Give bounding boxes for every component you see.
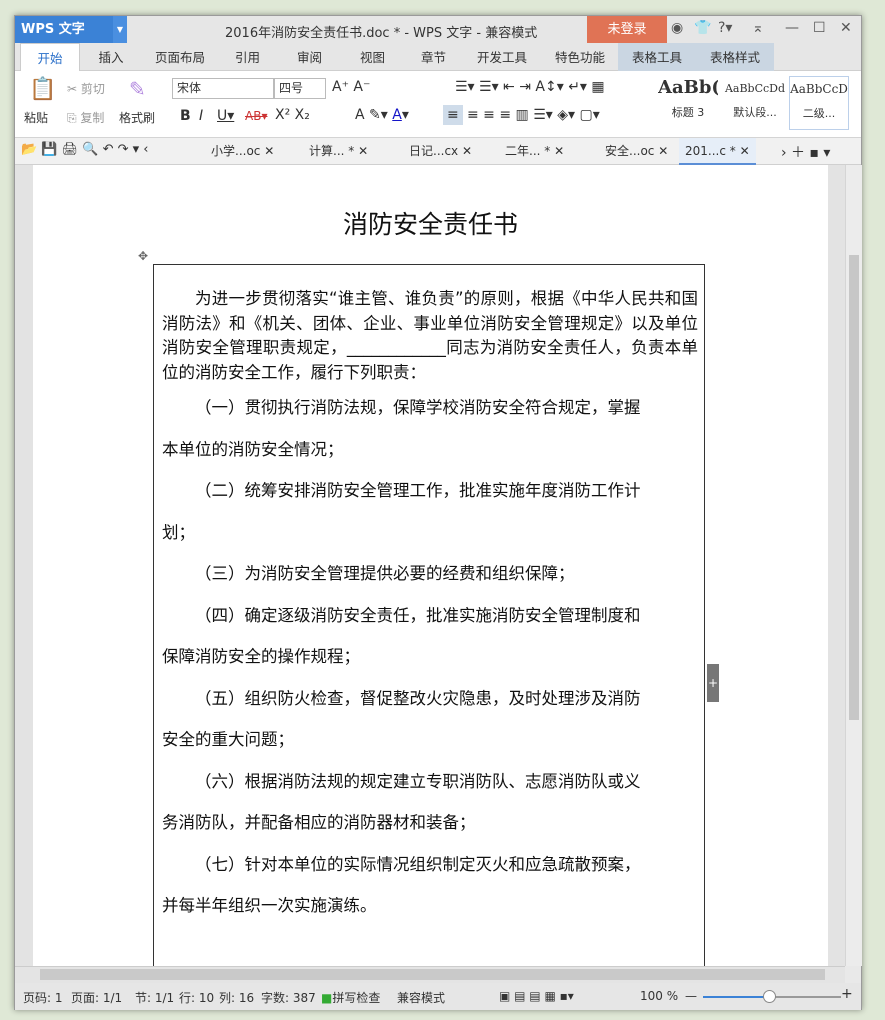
hscroll-thumb[interactable] bbox=[40, 969, 825, 980]
strikethrough-icon[interactable]: AB▾ bbox=[245, 109, 267, 123]
bold-icon[interactable]: B bbox=[180, 108, 191, 124]
align-icons[interactable]: ≡ ≡ ≡ ▥ ☰▾ ◈▾ ▢▾ bbox=[467, 107, 600, 123]
zoom-in-icon[interactable]: + bbox=[841, 986, 853, 1002]
duty-item-line: （一）贯彻执行消防法规，保障学校消防安全符合规定，掌握 bbox=[195, 398, 641, 417]
italic-icon[interactable]: I bbox=[199, 108, 203, 124]
style-level2[interactable]: AaBbCcD 二级... bbox=[789, 76, 849, 130]
tab-view[interactable]: 视图 bbox=[350, 43, 395, 71]
spell-check-button[interactable]: ■拼写检查 bbox=[321, 989, 380, 1006]
underline-icon[interactable]: U▾ bbox=[217, 108, 234, 124]
skin-icon[interactable]: ◉ bbox=[671, 20, 683, 36]
duty-item-line: （四）确定逐级消防安全责任，批准实施消防安全管理制度和 bbox=[195, 605, 641, 625]
style-default[interactable]: AaBbCcDd 默认段... bbox=[721, 76, 789, 130]
duty-item-line: 划； bbox=[162, 522, 195, 542]
app-name: WPS 文字 bbox=[21, 22, 85, 37]
duty-item-line: （六）根据消防法规的规定建立专职消防队、志愿消防队或义 bbox=[195, 771, 641, 791]
tab-chapter[interactable]: 章节 bbox=[411, 43, 456, 71]
side-expand-button[interactable]: + bbox=[707, 664, 719, 702]
duty-item-line: 保障消防安全的操作规程； bbox=[162, 647, 360, 666]
superscript-subscript-icon[interactable]: X² X₂ bbox=[275, 107, 310, 123]
doc-tab-active[interactable]: 201...c * ✕ bbox=[679, 138, 756, 165]
table-cell[interactable]: 为进一步贯彻落实“谁主管、谁负责”的原则，根据《中华人民共和国消防法》和《机关、… bbox=[153, 264, 705, 966]
doc-tab[interactable]: 二年... * ✕ bbox=[505, 142, 564, 159]
duty-item-line: （二）统筹安排消防安全管理工作，批准实施年度消防工作计 bbox=[195, 481, 641, 500]
page[interactable]: 消防安全责任书 ✥ 为进一步贯彻落实“谁主管、谁负责”的原则，根据《中华人民共和… bbox=[33, 165, 828, 966]
minimize-icon[interactable]: — bbox=[785, 20, 799, 36]
tab-developer[interactable]: 开发工具 bbox=[471, 43, 533, 71]
horizontal-scrollbar[interactable] bbox=[15, 966, 845, 983]
align-left-icon[interactable]: ≡ bbox=[443, 105, 463, 125]
tab-table-tools[interactable]: 表格工具 bbox=[618, 43, 696, 71]
style-heading3[interactable]: AaBb(标题 3 bbox=[657, 76, 719, 130]
scroll-thumb[interactable] bbox=[849, 255, 859, 720]
document-title: 消防安全责任书 bbox=[342, 210, 518, 239]
duty-item-line: （七）针对本单位的实际情况组织制定灭火和应急疏散预案， bbox=[195, 854, 641, 874]
ribbon-toolbar: 📋 粘贴 ✂ 剪切 ⎘ 复制 ✎ 格式刷 宋体 四号 A⁺ A⁻ B I U▾ … bbox=[15, 71, 861, 138]
cut-label: 剪切 bbox=[80, 82, 105, 96]
font-grow-icon[interactable]: A⁺ A⁻ bbox=[332, 79, 370, 95]
zoom-level: 100 % bbox=[640, 989, 679, 1003]
help-icon[interactable]: ?▾ bbox=[718, 20, 732, 36]
new-tab-icon[interactable]: › ＋ ▪ ▾ bbox=[781, 142, 830, 162]
tab-review[interactable]: 审阅 bbox=[287, 43, 332, 71]
copy-button[interactable]: ⎘ 复制 bbox=[67, 109, 104, 126]
doc-tab[interactable]: 日记...cx ✕ bbox=[409, 142, 472, 159]
tab-page-layout[interactable]: 页面布局 bbox=[145, 43, 215, 71]
font-family-select[interactable]: 宋体 bbox=[172, 78, 274, 99]
copy-label: 复制 bbox=[80, 111, 105, 125]
duty-item-line: （三）为消防安全管理提供必要的经费和组织保障； bbox=[195, 564, 575, 583]
tab-home[interactable]: 开始 bbox=[20, 43, 80, 71]
app-menu-button[interactable]: WPS 文字 ▼ bbox=[15, 16, 127, 43]
tab-table-style[interactable]: 表格样式 bbox=[696, 43, 774, 71]
status-row: 行: 10 bbox=[179, 991, 215, 1005]
spell-check-icon: ■ bbox=[321, 991, 333, 1005]
status-col: 列: 16 bbox=[219, 991, 255, 1005]
vertical-scrollbar[interactable] bbox=[845, 165, 862, 966]
login-button[interactable]: 未登录 bbox=[587, 16, 667, 43]
list-icons[interactable]: ☰▾ ☰▾ ⇤ ⇥ A↕▾ ↵▾ ▦ bbox=[455, 79, 605, 95]
zoom-slider[interactable] bbox=[703, 990, 841, 1003]
maximize-icon[interactable]: ☐ bbox=[813, 20, 826, 36]
document-area: 消防安全责任书 ✥ 为进一步贯彻落实“谁主管、谁负责”的原则，根据《中华人民共和… bbox=[15, 165, 845, 966]
collapse-ribbon-icon[interactable]: ⌅ bbox=[752, 20, 764, 36]
font-size-select[interactable]: 四号 bbox=[274, 78, 326, 99]
quick-access-icons[interactable]: 📂 💾 🖨 🔍 ↶ ↷ ▾ ‹ bbox=[21, 142, 149, 157]
doc-tab[interactable]: 安全...oc ✕ bbox=[605, 142, 668, 159]
status-section: 节: 1/1 bbox=[135, 991, 175, 1005]
close-icon[interactable]: ✕ bbox=[840, 20, 852, 36]
table-move-icon[interactable]: ✥ bbox=[138, 249, 148, 263]
format-painter-icon[interactable]: ✎ bbox=[129, 77, 146, 101]
format-painter-button[interactable]: 格式刷 bbox=[119, 109, 155, 126]
document-tabs: 📂 💾 🖨 🔍 ↶ ↷ ▾ ‹ 小学...oc ✕ 计算... * ✕ 日记..… bbox=[15, 138, 861, 165]
duty-item-line: 安全的重大问题； bbox=[162, 730, 294, 749]
cut-button[interactable]: ✂ 剪切 bbox=[67, 80, 105, 97]
duty-item-line: 本单位的消防安全情况； bbox=[162, 439, 344, 459]
tab-insert[interactable]: 插入 bbox=[85, 43, 137, 71]
status-pages: 页面: 1/1 bbox=[71, 991, 123, 1005]
doc-tab[interactable]: 计算... * ✕ bbox=[309, 142, 368, 159]
status-words: 字数: 387 bbox=[261, 991, 316, 1005]
duty-item-line: （五）组织防火检查，督促整改火灾隐患，及时处理涉及消防 bbox=[195, 688, 641, 708]
window-title: 2016年消防安全责任书.doc * - WPS 文字 - 兼容模式 bbox=[225, 26, 538, 41]
title-bar: WPS 文字 ▼ 2016年消防安全责任书.doc * - WPS 文字 - 兼容… bbox=[15, 16, 861, 43]
duty-item-line: 务消防队，并配备相应的消防器材和装备； bbox=[162, 813, 476, 832]
chevron-down-icon[interactable]: ▼ bbox=[113, 16, 127, 43]
duty-item-line: 并每半年组织一次实施演练。 bbox=[162, 896, 377, 915]
ribbon-tabs: 开始 插入 页面布局 引用 审阅 视图 章节 开发工具 特色功能 表格工具 表格… bbox=[15, 43, 861, 71]
status-page-no: 页码: 1 bbox=[23, 991, 63, 1005]
doc-tab[interactable]: 小学...oc ✕ bbox=[211, 142, 274, 159]
paste-icon[interactable]: 📋 bbox=[29, 77, 56, 102]
view-mode-icons[interactable]: ▣ ▤ ▤ ▦ ▪▾ bbox=[499, 989, 574, 1003]
status-mode: 兼容模式 bbox=[397, 991, 446, 1005]
intro-paragraph: 为进一步贯彻落实“谁主管、谁负责”的原则，根据《中华人民共和国消防法》和《机关、… bbox=[162, 289, 699, 382]
tab-features[interactable]: 特色功能 bbox=[545, 43, 615, 71]
zoom-out-icon[interactable]: — bbox=[685, 989, 697, 1003]
wps-window: WPS 文字 ▼ 2016年消防安全责任书.doc * - WPS 文字 - 兼容… bbox=[14, 15, 862, 1010]
shirt-icon[interactable]: 👕 bbox=[694, 20, 711, 36]
paste-button[interactable]: 粘贴 bbox=[24, 109, 48, 126]
highlight-icon[interactable]: A ✎▾ A▾ bbox=[355, 107, 409, 123]
tab-references[interactable]: 引用 bbox=[225, 43, 270, 71]
status-bar: 页码: 1 页面: 1/1 节: 1/1 行: 10 列: 16 字数: 387… bbox=[15, 983, 861, 1010]
